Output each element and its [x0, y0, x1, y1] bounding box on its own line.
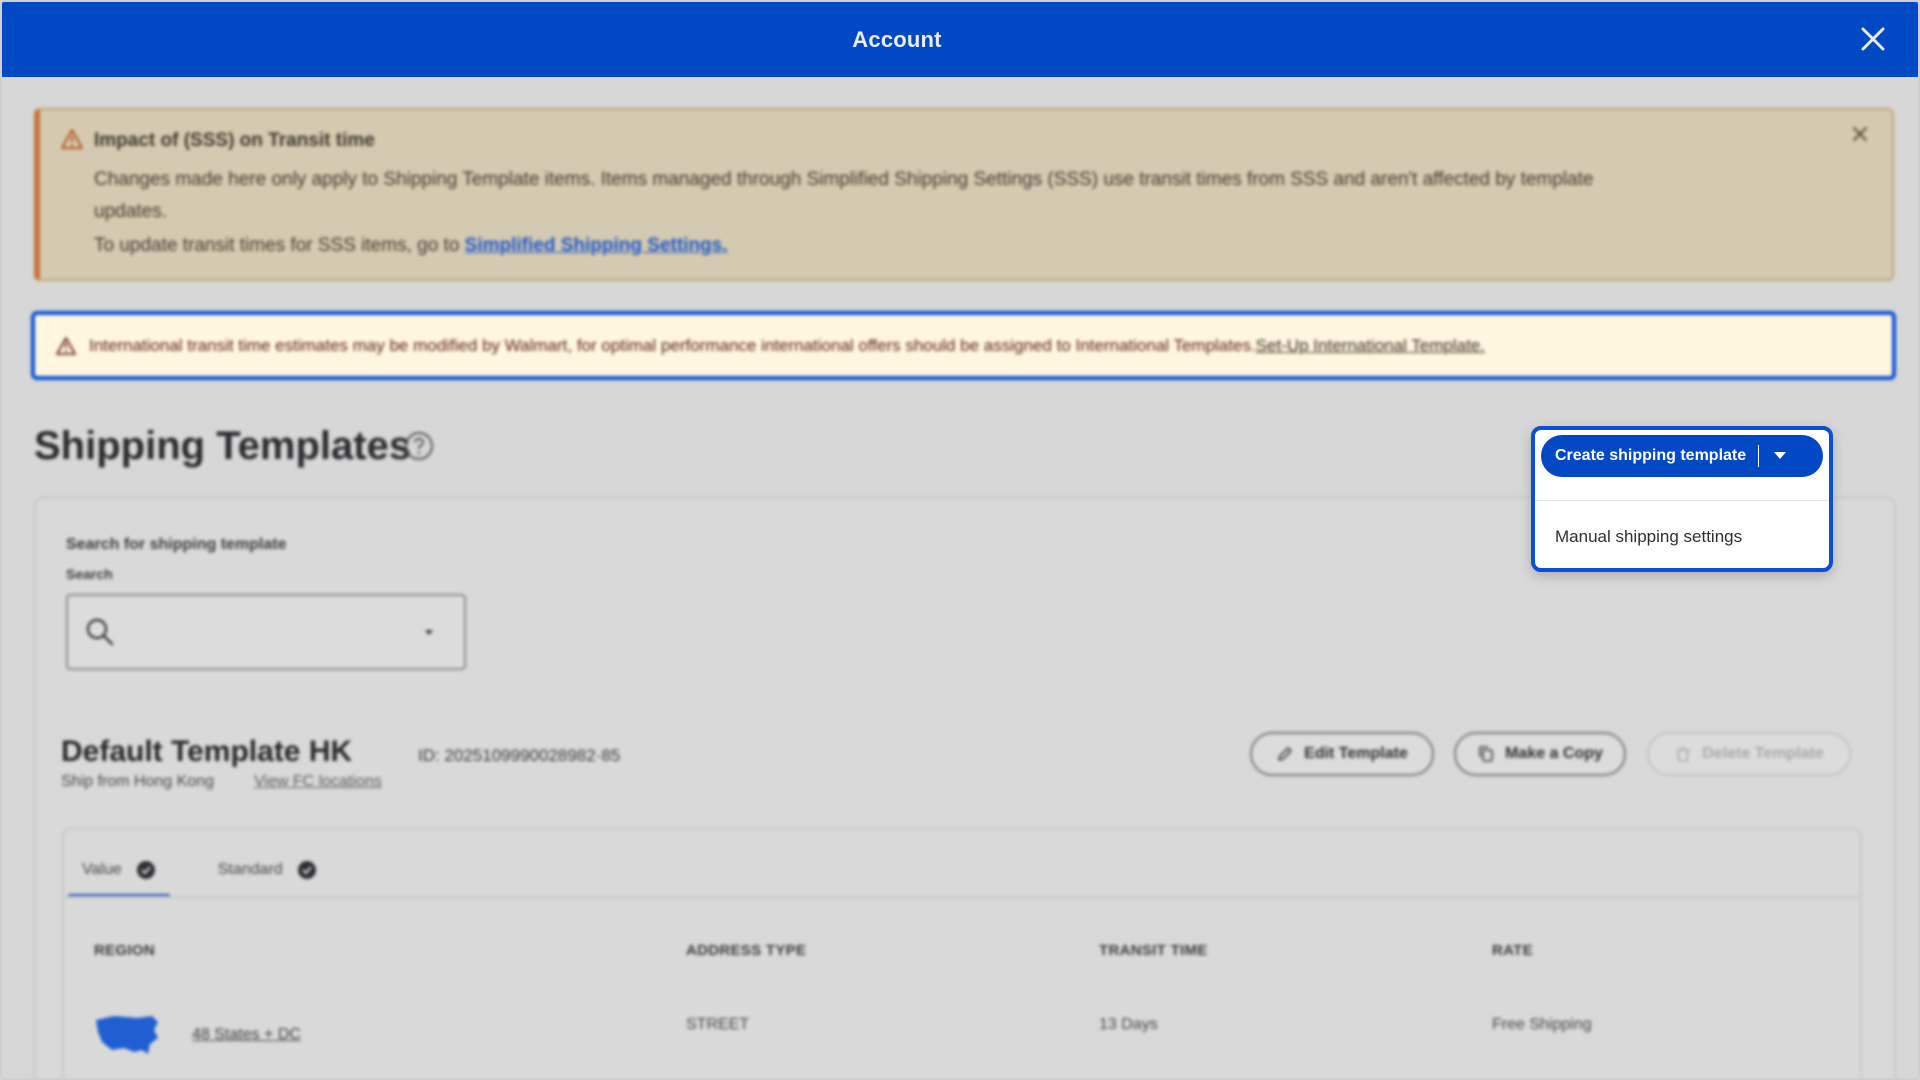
ship-from-label: Ship from Hong Kong — [61, 773, 214, 790]
copy-icon — [1479, 746, 1493, 762]
sss-transit-banner: Impact of (SSS) on Transit time Changes … — [34, 108, 1894, 281]
search-label: Search — [66, 566, 113, 582]
banner-title: Impact of (SSS) on Transit time — [94, 130, 375, 151]
service-tabs: Value Standard — [68, 846, 331, 898]
search-icon — [86, 618, 114, 646]
delete-template-label: Delete Template — [1702, 745, 1824, 762]
dismiss-icon[interactable] — [1850, 124, 1870, 144]
view-fc-locations-link[interactable]: View FC locations — [254, 773, 382, 791]
make-copy-label: Make a Copy — [1505, 745, 1603, 762]
banner-cta: To update transit times for SSS items, g… — [94, 230, 728, 262]
banner-cta-prefix: To update transit times for SSS items, g… — [94, 235, 460, 256]
template-name: Default Template HK — [61, 735, 353, 768]
create-shipping-template-button[interactable]: Create shipping template — [1541, 435, 1823, 477]
template-tabs-card — [62, 828, 1862, 1078]
column-header-address-type: ADDRESS TYPE — [686, 942, 807, 959]
delete-template-button[interactable]: Delete Template — [1647, 732, 1851, 776]
close-icon[interactable] — [1858, 24, 1888, 54]
template-search-combobox[interactable] — [66, 594, 466, 670]
help-circle-icon[interactable] — [404, 431, 434, 461]
tab-value[interactable]: Value — [68, 846, 170, 898]
edit-template-label: Edit Template — [1304, 745, 1408, 762]
column-header-rate: RATE — [1492, 942, 1533, 959]
chevron-down-icon[interactable] — [1773, 451, 1787, 461]
intl-banner-message: International transit time estimates may… — [89, 335, 1256, 355]
region-link[interactable]: 48 States + DC — [192, 1026, 301, 1044]
tabs-divider — [64, 896, 1860, 898]
make-copy-button[interactable]: Make a Copy — [1454, 732, 1626, 776]
transit-time-cell: 13 Days — [1099, 1016, 1158, 1033]
sss-settings-link[interactable]: Simplified Shipping Settings. — [465, 235, 728, 256]
create-template-dropdown: Create shipping template Manual shipping… — [1531, 426, 1833, 572]
tab-standard-label: Standard — [217, 861, 283, 878]
column-header-region: REGION — [94, 942, 155, 959]
create-shipping-template-label: Create shipping template — [1555, 447, 1747, 464]
tab-value-label: Value — [82, 861, 122, 878]
tab-standard[interactable]: Standard — [204, 846, 331, 894]
caret-down-icon[interactable] — [424, 629, 434, 637]
dropdown-divider — [1535, 500, 1829, 501]
check-circle-icon — [297, 861, 316, 879]
template-id: ID: 2025109990028982·85 — [418, 746, 621, 765]
menu-item-manual-shipping-settings[interactable]: Manual shipping settings — [1555, 527, 1742, 547]
edit-template-button[interactable]: Edit Template — [1250, 732, 1434, 776]
banner-body: Changes made here only apply to Shipping… — [94, 169, 1594, 222]
check-circle-icon — [136, 861, 155, 879]
warning-icon — [61, 129, 83, 149]
warning-icon — [56, 336, 76, 355]
international-transit-banner: International transit time estimates may… — [31, 311, 1896, 380]
page-title: Shipping Templates — [34, 424, 412, 468]
setup-international-template-link[interactable]: Set-Up International Template. — [1256, 336, 1485, 356]
trash-icon — [1677, 747, 1690, 762]
search-heading: Search for shipping template — [66, 536, 287, 553]
button-separator — [1758, 445, 1760, 467]
us-map-icon — [96, 1016, 158, 1054]
address-type-cell: STREET — [686, 1016, 750, 1033]
search-input[interactable] — [126, 614, 406, 650]
header-bar: Account — [2, 2, 1918, 77]
pencil-icon — [1278, 747, 1292, 761]
column-header-transit-time: TRANSIT TIME — [1099, 942, 1208, 959]
header-title: Account — [852, 26, 942, 52]
app-frame: Account Impact of (SSS) on Transit time … — [0, 0, 1920, 1080]
rate-cell: Free Shipping — [1492, 1016, 1592, 1033]
